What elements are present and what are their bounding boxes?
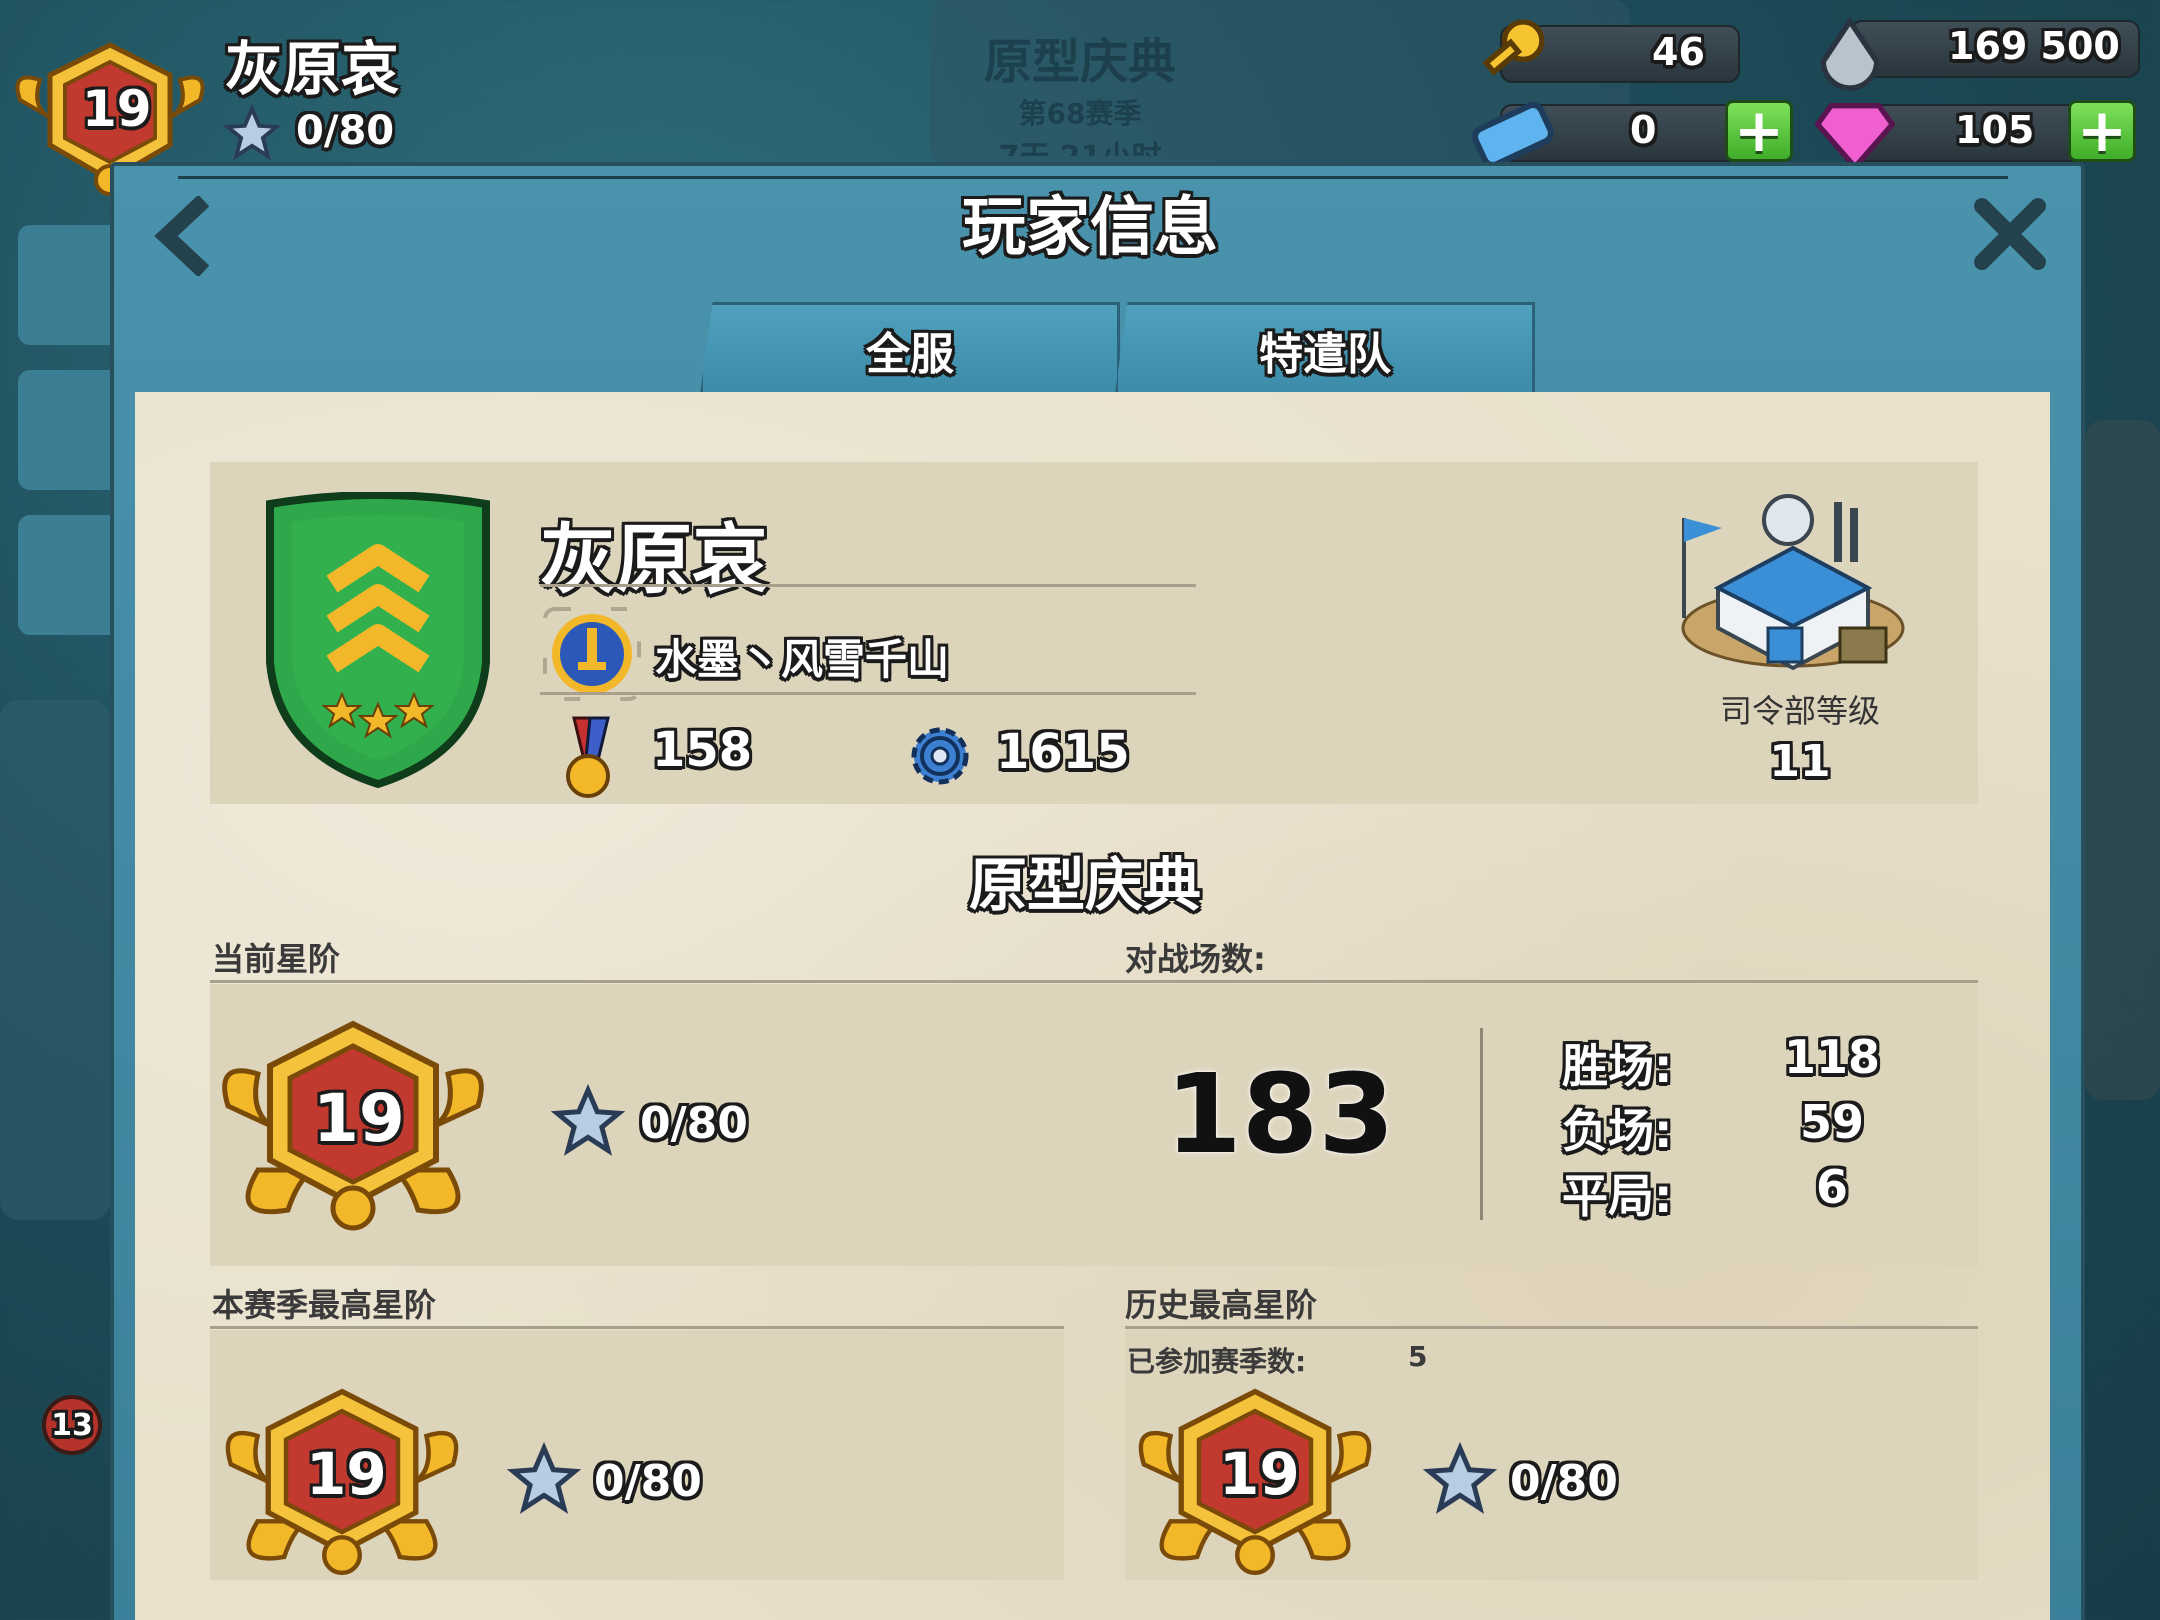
parts-gear-icon <box>904 720 976 796</box>
current-rank-label: 当前星阶 <box>212 940 341 978</box>
history-best-label: 历史最高星阶 <box>1125 1286 1318 1324</box>
background-building-left <box>0 700 110 1220</box>
seasons-joined-value: 5 <box>1408 1340 1428 1373</box>
add-tickets-button[interactable]: + <box>1725 100 1793 162</box>
draws-label: 平局: <box>1562 1169 1673 1223</box>
event-section-title: 原型庆典 <box>968 851 1201 919</box>
dialog-title: 玩家信息 <box>962 191 1218 265</box>
event-banner[interactable]: 原型庆典 第68赛季 7天 21小时 <box>940 22 1220 156</box>
profile-name: 灰原哀 <box>540 515 768 604</box>
event-banner-title: 原型庆典 <box>983 34 1176 90</box>
hud-rank-level: 19 <box>82 80 152 138</box>
taskforce-emblem-icon[interactable] <box>542 606 642 706</box>
back-button[interactable] <box>150 194 220 280</box>
battles-label: 对战场数: <box>1125 940 1266 978</box>
event-banner-season: 第68赛季 <box>1018 97 1142 130</box>
hq-building-icon[interactable] <box>1668 478 1918 682</box>
background-building-right <box>2085 420 2160 1100</box>
medal-icon <box>556 716 626 804</box>
tickets-value: 0 <box>1630 108 1657 152</box>
current-rank-level: 19 <box>313 1080 405 1157</box>
tab-global[interactable]: 全服 <box>700 302 1120 394</box>
parts-value: 1615 <box>996 724 1130 780</box>
back-arrow-icon <box>154 194 210 278</box>
add-gems-button[interactable]: + <box>2068 100 2136 162</box>
seasons-joined-label: 已参加赛季数: <box>1127 1345 1307 1378</box>
close-button[interactable] <box>1970 194 2050 278</box>
battles-total: 183 <box>1165 1050 1395 1178</box>
season-best-emblem: 19 <box>222 1388 462 1580</box>
close-icon <box>1974 198 2046 270</box>
battles-divider <box>1480 1028 1483 1220</box>
medals-value: 158 <box>652 722 753 778</box>
current-rank-emblem: 19 <box>218 1020 488 1236</box>
side-badge-count: 13 <box>51 1407 93 1443</box>
hud-player-name: 灰原哀 <box>225 35 400 103</box>
season-best-rule <box>210 1326 1064 1329</box>
wins-label: 胜场: <box>1562 1039 1673 1093</box>
steel-value: 169 500 <box>1948 24 2120 68</box>
history-best-emblem: 19 <box>1135 1388 1375 1580</box>
wins-value: 118 <box>1783 1030 1881 1084</box>
profile-name-rule <box>540 584 1196 587</box>
history-best-star-icon <box>1422 1441 1498 1520</box>
hq-level-label: 司令部等级 <box>1719 692 1880 730</box>
taskforce-rule <box>540 692 1196 695</box>
season-best-level: 19 <box>306 1440 387 1508</box>
taskforce-name[interactable]: 水墨丶风雪千山 <box>655 626 949 687</box>
current-star-progress: 0/80 <box>640 1098 748 1149</box>
history-best-level: 19 <box>1219 1440 1300 1508</box>
history-best-stars: 0/80 <box>1510 1456 1618 1507</box>
keys-value: 46 <box>1652 30 1705 74</box>
current-star-icon <box>550 1083 626 1162</box>
draws-value: 6 <box>1815 1160 1848 1214</box>
season-best-star-icon <box>506 1441 582 1520</box>
rank-shield-icon <box>262 491 494 792</box>
event-banner-timer: 7天 21小时 <box>940 132 1220 156</box>
history-best-rule <box>1125 1326 1978 1329</box>
side-badge: 13 <box>42 1395 102 1455</box>
season-best-label: 本赛季最高星阶 <box>212 1286 437 1324</box>
losses-label: 负场: <box>1562 1104 1673 1158</box>
hq-level-value: 11 <box>1769 736 1831 787</box>
steel-icon <box>1810 16 1890 100</box>
current-rank-rule <box>210 980 1978 983</box>
losses-value: 59 <box>1799 1095 1864 1149</box>
hud-star-progress: 0/80 <box>296 108 395 154</box>
season-best-stars: 0/80 <box>594 1456 702 1507</box>
key-icon <box>1470 14 1555 98</box>
gems-value: 105 <box>1955 108 2035 152</box>
tab-taskforce[interactable]: 特遣队 <box>1115 302 1535 394</box>
hud-star-icon <box>222 103 282 166</box>
